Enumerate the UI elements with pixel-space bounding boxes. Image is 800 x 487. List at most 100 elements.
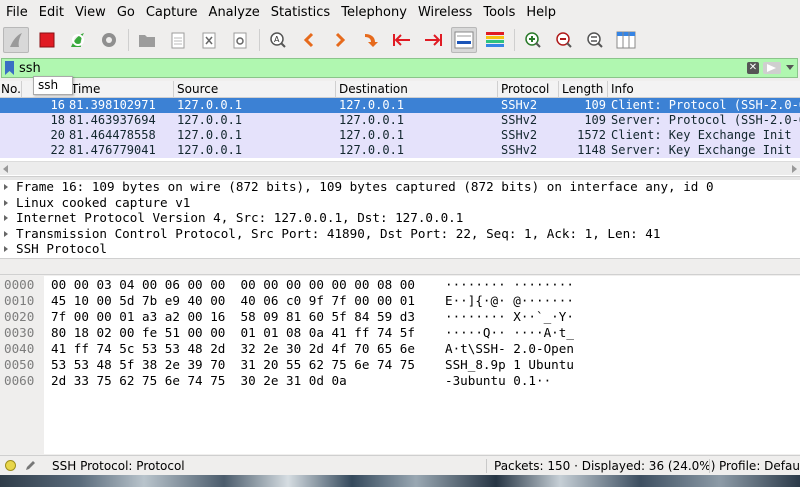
first-packet-button[interactable] [389, 27, 415, 53]
packet-source: 127.0.0.1 [177, 143, 243, 157]
go-next-button[interactable] [327, 27, 353, 53]
packet-info: Client: Protocol (SSH-2.0-OpenSSH_8.9p1 … [611, 98, 800, 112]
auto-scroll-button[interactable] [451, 27, 477, 53]
main-toolbar: A [0, 25, 800, 55]
menu-wireless[interactable]: Wireless [414, 5, 476, 20]
scroll-right-icon[interactable] [792, 165, 797, 173]
zoom-out-button[interactable] [551, 27, 577, 53]
toolbar-separator [259, 29, 260, 51]
restart-capture-button[interactable] [65, 27, 91, 53]
colorize-button[interactable] [482, 27, 508, 53]
packet-source: 127.0.0.1 [177, 98, 243, 112]
chevron-down-icon[interactable] [786, 65, 794, 70]
menu-file[interactable]: File [2, 5, 32, 20]
byte-hex[interactable]: 00 00 03 04 00 06 00 00 00 00 00 00 00 0… [51, 277, 415, 293]
close-file-icon [202, 32, 216, 48]
byte-hex[interactable]: 45 10 00 5d 7b e9 40 00 40 06 c0 9f 7f 0… [51, 293, 415, 309]
go-to-packet-button[interactable] [358, 27, 384, 53]
byte-ascii[interactable]: SSH_8.9p 1 Ubuntu [445, 357, 574, 373]
menu-telephony[interactable]: Telephony [337, 5, 411, 20]
column-header-info[interactable]: Info [611, 82, 634, 96]
expand-arrow-icon[interactable] [4, 246, 8, 252]
menu-statistics[interactable]: Statistics [267, 5, 334, 20]
byte-hex[interactable]: 80 18 02 00 fe 51 00 00 01 01 08 0a 41 f… [51, 325, 415, 341]
filter-autocomplete-item[interactable]: ssh [33, 76, 73, 95]
column-header-destination[interactable]: Destination [339, 82, 408, 96]
byte-ascii[interactable]: ········ ········ [445, 277, 574, 293]
byte-hex[interactable]: 41 ff 74 5c 53 53 48 2d 32 2e 30 2d 4f 7… [51, 341, 415, 357]
packet-source: 127.0.0.1 [177, 113, 243, 127]
stop-capture-button[interactable] [34, 27, 60, 53]
capture-options-button[interactable] [96, 27, 122, 53]
byte-hex[interactable]: 7f 00 00 01 a3 a2 00 16 58 09 81 60 5f 8… [51, 309, 415, 325]
zoom-in-button[interactable] [520, 27, 546, 53]
byte-ascii[interactable]: A·t\SSH- 2.0-Open [445, 341, 574, 357]
apply-filter-icon[interactable] [763, 62, 781, 74]
menu-help[interactable]: Help [522, 5, 560, 20]
byte-hex[interactable]: 2d 33 75 62 75 6e 74 75 30 2e 31 0d 0a [51, 373, 347, 389]
expand-arrow-icon[interactable] [4, 184, 8, 190]
wireshark-window: File Edit View Go Capture Analyze Statis… [0, 0, 800, 487]
start-capture-button[interactable] [3, 27, 29, 53]
byte-ascii[interactable]: ·····Q·· ····A·t_ [445, 325, 574, 341]
reload-file-button[interactable] [227, 27, 253, 53]
details-item-ipv4[interactable]: Internet Protocol Version 4, Src: 127.0.… [0, 210, 800, 226]
file-icon [171, 32, 185, 48]
packet-row[interactable]: 22 81.476779041 127.0.0.1 127.0.0.1 SSHv… [0, 143, 800, 158]
packet-list-horizontal-scrollbar[interactable] [0, 161, 800, 175]
details-item-label: Linux cooked capture v1 [16, 194, 191, 210]
column-divider [21, 81, 22, 98]
packet-row[interactable]: 20 81.464478558 127.0.0.1 127.0.0.1 SSHv… [0, 128, 800, 143]
zoom-out-icon [556, 32, 572, 48]
packet-row[interactable]: 16 81.398102971 127.0.0.1 127.0.0.1 SSHv… [0, 98, 800, 113]
expand-arrow-icon[interactable] [4, 230, 8, 237]
details-item-linux-cooked[interactable]: Linux cooked capture v1 [0, 195, 800, 211]
details-item-frame[interactable]: Frame 16: 109 bytes on wire (872 bits), … [0, 179, 800, 195]
expand-arrow-icon[interactable] [4, 215, 8, 221]
byte-ascii[interactable]: -3ubuntu 0.1·· [445, 373, 551, 389]
packet-time: 81.463937694 [69, 113, 156, 127]
open-file-button[interactable] [134, 27, 160, 53]
packet-row[interactable]: 18 81.463937694 127.0.0.1 127.0.0.1 SSHv… [0, 113, 800, 128]
column-header-protocol[interactable]: Protocol [501, 82, 549, 96]
find-packet-button[interactable]: A [265, 27, 291, 53]
expert-info-icon[interactable] [5, 460, 16, 471]
menu-go[interactable]: Go [113, 5, 139, 20]
bookmark-icon[interactable] [5, 61, 14, 75]
byte-ascii[interactable]: ········ X··`_·Y· [445, 309, 574, 325]
column-header-source[interactable]: Source [177, 82, 218, 96]
menu-analyze[interactable]: Analyze [205, 5, 264, 20]
details-item-ssh[interactable]: SSH Protocol [0, 241, 800, 257]
packet-source: 127.0.0.1 [177, 128, 243, 142]
menu-view[interactable]: View [71, 5, 110, 20]
save-file-button[interactable] [165, 27, 191, 53]
edit-comment-icon[interactable] [24, 459, 37, 472]
column-header-no[interactable]: No. [1, 82, 21, 96]
close-file-button[interactable] [196, 27, 222, 53]
clear-filter-icon[interactable]: ✕ [747, 62, 759, 74]
auto-scroll-icon [454, 31, 474, 49]
menu-edit[interactable]: Edit [35, 5, 68, 20]
packet-no: 20 [50, 128, 65, 142]
resize-columns-button[interactable] [613, 27, 639, 53]
display-filter-input[interactable] [19, 59, 719, 77]
menu-tools[interactable]: Tools [479, 5, 519, 20]
details-item-label: Frame 16: 109 bytes on wire (872 bits), … [16, 179, 714, 194]
toolbar-separator [514, 29, 515, 51]
packet-destination: 127.0.0.1 [339, 113, 405, 127]
menu-capture[interactable]: Capture [142, 5, 202, 20]
scroll-left-icon[interactable] [3, 165, 8, 173]
expand-arrow-icon[interactable] [4, 199, 8, 206]
go-previous-button[interactable] [296, 27, 322, 53]
byte-hex[interactable]: 53 53 48 5f 38 2e 39 70 31 20 55 62 75 6… [51, 357, 415, 373]
pane-splitter[interactable] [0, 258, 800, 275]
last-packet-button[interactable] [420, 27, 446, 53]
column-header-time[interactable]: Time [71, 82, 100, 96]
normal-size-button[interactable] [582, 27, 608, 53]
details-item-tcp[interactable]: Transmission Control Protocol, Src Port:… [0, 226, 800, 242]
byte-ascii[interactable]: E··]{·@· @······· [445, 293, 574, 309]
packet-length: 1572 [577, 128, 606, 142]
status-profile[interactable]: Profile: Default [719, 459, 800, 473]
byte-offset: 0040 [4, 341, 35, 356]
column-header-length[interactable]: Length [562, 82, 603, 96]
